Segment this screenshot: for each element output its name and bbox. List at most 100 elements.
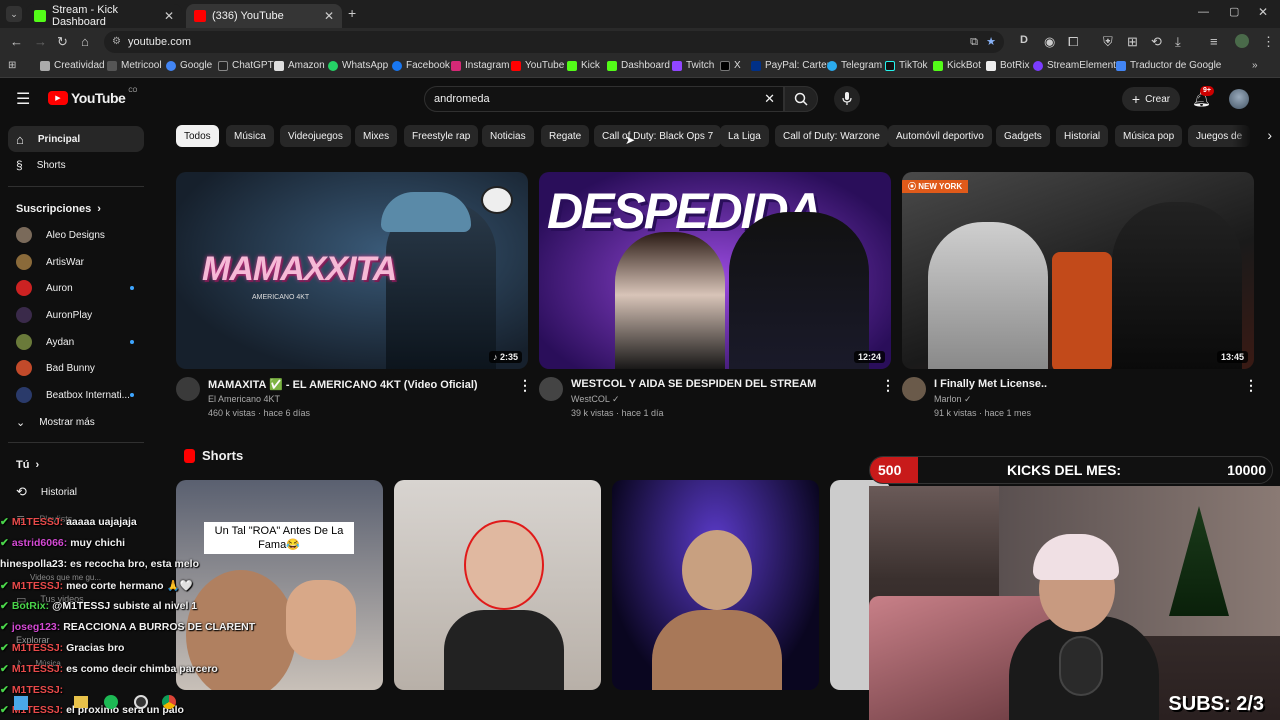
bookmark-dashboard[interactable]: Dashboard	[607, 60, 670, 71]
sidebar-subscriptions-header[interactable]: Suscripciones ›	[8, 196, 144, 222]
tab-kick-dashboard[interactable]: Stream - Kick Dashboard ✕	[26, 4, 182, 28]
chip-mixes[interactable]: Mixes	[355, 125, 398, 147]
video-thumbnail[interactable]: DESPEDIDA 12:24	[539, 172, 891, 369]
youtube-logo[interactable]: ▶ YouTube CO	[48, 88, 137, 106]
extension-puzzle-icon[interactable]: ⧠	[1068, 34, 1078, 50]
close-tab-icon[interactable]: ✕	[164, 9, 174, 23]
bookmark-telegram[interactable]: Telegram	[827, 60, 882, 71]
video-thumbnail[interactable]: MAMAXXITA AMERICANO 4KT ♪ 2:35	[176, 172, 528, 369]
bookmarks-overflow-icon[interactable]: »	[1252, 60, 1258, 71]
bookmark-paypal[interactable]: PayPal: Cartera	[751, 60, 836, 71]
bookmark-botrix[interactable]: BotRix	[986, 60, 1029, 71]
bookmark-chatgpt[interactable]: ChatGPT	[218, 60, 274, 71]
chip-regate[interactable]: Regate	[541, 125, 590, 147]
sidebar-item-auronplay[interactable]: AuronPlay	[8, 302, 144, 328]
channel-name[interactable]: Marlon ✓	[934, 394, 972, 405]
close-tab-icon[interactable]: ✕	[324, 9, 334, 23]
new-tab-button[interactable]: +	[348, 5, 356, 21]
spotify-icon[interactable]	[104, 695, 118, 709]
sidebar-item-aleo-designs[interactable]: Aleo Designs	[8, 222, 144, 248]
bookmark-kickbot[interactable]: KickBot	[933, 60, 981, 71]
home-icon[interactable]: ⌂	[81, 34, 89, 49]
sidebar-show-more[interactable]: ⌄ Mostrar más	[8, 409, 144, 435]
bookmark-x[interactable]: X	[720, 60, 741, 71]
sidebar-item-artiswar[interactable]: ArtisWar	[8, 249, 144, 275]
close-window-button[interactable]: ✕	[1258, 5, 1268, 19]
chip-todos[interactable]: Todos	[176, 125, 219, 147]
bookmark-streamelements[interactable]: StreamElements	[1033, 60, 1121, 71]
chip-automovil-deportivo[interactable]: Automóvil deportivo	[888, 125, 992, 147]
chip-call-of-duty-warzone[interactable]: Call of Duty: Warzone	[775, 125, 888, 147]
chip-freestyle-rap[interactable]: Freestyle rap	[404, 125, 479, 147]
back-icon[interactable]: ←	[10, 34, 23, 49]
channel-name[interactable]: El Americano 4KT	[208, 394, 280, 404]
sidebar-item-beatbox[interactable]: Beatbox Internati...	[8, 382, 144, 408]
extension-icon[interactable]: ⛨	[1103, 34, 1113, 50]
channel-avatar[interactable]	[176, 377, 200, 401]
apps-grid-icon[interactable]: ⊞	[8, 60, 16, 71]
create-button[interactable]: + Crear	[1122, 87, 1180, 111]
chip-videojuegos[interactable]: Videojuegos	[280, 125, 351, 147]
maximize-button[interactable]: ▢	[1229, 5, 1239, 18]
obs-icon[interactable]	[134, 695, 148, 709]
chip-musica[interactable]: Música	[226, 125, 274, 147]
video-title[interactable]: I Finally Met License..	[934, 378, 1047, 390]
sidebar-item-principal[interactable]: ⌂ Principal	[8, 126, 144, 152]
more-options-icon[interactable]: ⋮	[881, 377, 895, 394]
bookmark-whatsapp[interactable]: WhatsApp	[328, 60, 388, 71]
reload-icon[interactable]: ↻	[57, 34, 68, 50]
search-box[interactable]: ✕	[424, 86, 784, 112]
file-explorer-icon[interactable]	[74, 696, 88, 708]
chip-historial[interactable]: Historial	[1056, 125, 1109, 147]
profile-avatar[interactable]	[1235, 34, 1249, 48]
tab-youtube[interactable]: (336) YouTube ✕	[186, 4, 342, 28]
video-title[interactable]: MAMAXITA ✅ - EL AMERICANO 4KT (Video Ofi…	[208, 378, 478, 391]
bookmark-tiktok[interactable]: TikTok	[885, 60, 928, 71]
short-thumbnail[interactable]	[394, 480, 601, 690]
forward-icon[interactable]: →	[34, 34, 47, 49]
extension-icon[interactable]: ⊞	[1127, 34, 1138, 50]
sidebar-item-shorts[interactable]: § Shorts	[8, 152, 144, 178]
bookmark-google[interactable]: Google	[166, 60, 212, 71]
sidebar-item-bad-bunny[interactable]: Bad Bunny	[8, 355, 144, 381]
clear-search-icon[interactable]: ✕	[764, 91, 775, 107]
chip-noticias[interactable]: Noticias	[482, 125, 534, 147]
short-thumbnail[interactable]	[612, 480, 819, 690]
account-avatar[interactable]	[1229, 89, 1249, 109]
site-info-icon[interactable]: ⚙	[112, 31, 121, 53]
address-bar[interactable]: ⚙ youtube.com ⧉ ★	[104, 31, 1004, 53]
bookmark-metricool[interactable]: Metricool	[107, 60, 162, 71]
search-button[interactable]	[784, 86, 818, 112]
bookmark-twitch[interactable]: Twitch	[672, 60, 714, 71]
more-options-icon[interactable]: ⋮	[518, 377, 532, 394]
notifications-button[interactable]: 🔔︎ 9+	[1192, 86, 1214, 109]
chips-next-button[interactable]: ›	[1232, 125, 1272, 147]
minimize-button[interactable]: —	[1198, 6, 1209, 18]
sidebar-item-aydan[interactable]: Aydan	[8, 329, 144, 355]
more-options-icon[interactable]: ⋮	[1244, 377, 1258, 394]
extension-icon[interactable]: ◉	[1044, 34, 1055, 50]
sidebar-item-historial[interactable]: ⟲ Historial	[8, 479, 144, 505]
chip-call-of-duty-black-ops-7[interactable]: Call of Duty: Black Ops 7	[594, 125, 722, 147]
bookmark-facebook[interactable]: Facebook	[392, 60, 450, 71]
extension-d-icon[interactable]: D	[1020, 34, 1028, 46]
video-title[interactable]: WESTCOL Y AIDA SE DESPIDEN DEL STREAM	[571, 378, 816, 390]
chip-musica-pop[interactable]: Música pop	[1115, 125, 1183, 147]
bookmark-creatividad[interactable]: Creatividad	[40, 60, 105, 71]
chip-gadgets[interactable]: Gadgets	[996, 125, 1050, 147]
voice-search-button[interactable]	[834, 86, 860, 112]
bookmark-instagram[interactable]: Instagram	[451, 60, 509, 71]
bookmark-kick[interactable]: Kick	[567, 60, 600, 71]
install-icon[interactable]: ⧉	[970, 31, 978, 53]
windows-start-icon[interactable]	[14, 696, 28, 710]
sidebar-item-auron[interactable]: Auron	[8, 275, 144, 301]
channel-avatar[interactable]	[902, 377, 926, 401]
tab-search-icon[interactable]: ⌄	[6, 6, 22, 22]
video-thumbnail[interactable]: ⦿ NEW YORK 13:45	[902, 172, 1254, 369]
menu-kebab-icon[interactable]: ⋮	[1262, 34, 1275, 50]
search-input[interactable]	[434, 91, 754, 107]
sidebar-you-header[interactable]: Tú ›	[8, 452, 144, 478]
bookmark-youtube[interactable]: YouTube	[511, 60, 564, 71]
channel-avatar[interactable]	[539, 377, 563, 401]
channel-name[interactable]: WestCOL ✓	[571, 394, 620, 405]
